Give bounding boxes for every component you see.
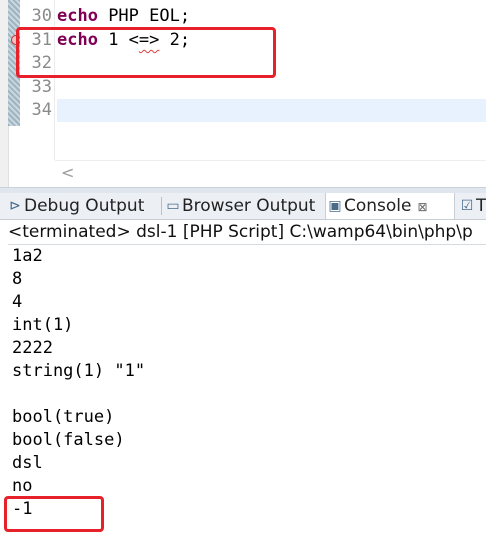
console-line: bool(true)	[12, 407, 115, 427]
console-line: string(1) "1"	[12, 361, 146, 381]
line-number: 33	[31, 77, 52, 97]
tab-label: Debug Output	[24, 196, 145, 216]
browser-output-icon: ▭	[166, 198, 180, 214]
code-text: PHP EOL;	[97, 6, 191, 26]
console-icon: ▣	[328, 198, 342, 214]
code-line[interactable]: echo PHP EOL;	[57, 5, 190, 28]
line-number: 30	[31, 6, 52, 26]
current-line-highlight	[57, 99, 486, 122]
tab-label: Browser Output	[182, 196, 316, 216]
tab-tasks[interactable]: ☑ T	[458, 193, 486, 219]
console-process-header: <terminated> dsl-1 [PHP Script] C:\wamp6…	[8, 220, 486, 245]
console-line: dsl	[12, 453, 43, 473]
console-line: 8	[12, 269, 23, 289]
tab-label: Console	[344, 196, 412, 216]
horizontal-scrollbar[interactable]: <	[55, 160, 486, 187]
console-line: bool(false)	[12, 430, 125, 450]
tab-debug-output[interactable]: ⊳ Debug Output	[6, 193, 144, 219]
scroll-left-icon[interactable]: <	[61, 163, 74, 182]
code-keyword: echo	[57, 6, 98, 26]
line-number: 34	[31, 100, 52, 120]
code-editor[interactable]: 30 31 32 33 34 echo PHP EOL; echo 1 <=> …	[0, 0, 486, 190]
highlight-box-output	[4, 496, 104, 532]
console-line: 1a2	[12, 246, 43, 266]
tasks-icon: ☑	[460, 198, 474, 214]
close-icon[interactable]: ⊠	[418, 200, 428, 214]
console-line: 4	[12, 292, 23, 312]
tab-separator	[161, 197, 162, 215]
tab-console[interactable]: ▣ Console ⊠	[325, 193, 455, 219]
tab-label: T	[476, 196, 486, 216]
highlight-box-code	[16, 27, 276, 78]
console-line: 2222	[12, 338, 53, 358]
tab-browser-output[interactable]: ▭ Browser Output	[164, 193, 315, 219]
console-line: no	[12, 476, 33, 496]
line-number-gutter: 30 31 32 33 34	[20, 0, 55, 160]
console-output[interactable]: 1a2 8 4 int(1) 2222 string(1) "1" bool(t…	[12, 245, 482, 521]
console-line: int(1)	[12, 315, 74, 335]
view-tab-bar: ⊳ Debug Output ▭ Browser Output ▣ Console ⊠ …	[0, 193, 486, 220]
debug-output-icon: ⊳	[9, 198, 21, 214]
